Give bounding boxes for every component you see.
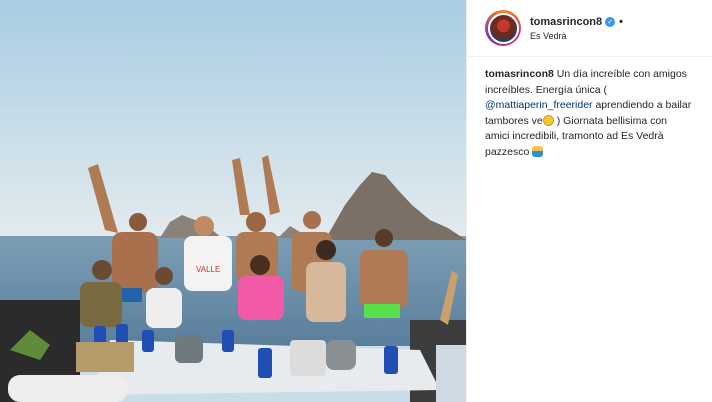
post-header: tomasrincon8 ✓ • Es Vedrà [467, 0, 712, 57]
smiling-emoji-icon [542, 114, 554, 126]
instagram-post: VALLE tomasrincon8 ✓ • Es Vedrà tomasrin… [0, 0, 712, 402]
post-side-panel: tomasrincon8 ✓ • Es Vedrà tomasrincon8 U… [467, 0, 712, 402]
username-link[interactable]: tomasrincon8 [530, 16, 602, 28]
cushion [436, 345, 466, 402]
tray [76, 342, 134, 372]
avatar[interactable] [487, 12, 519, 44]
group-photo-illustration: VALLE [0, 0, 466, 402]
separator-dot: • [619, 15, 623, 28]
beach-person-emoji-icon [532, 145, 544, 157]
verified-badge-icon: ✓ [605, 16, 616, 27]
username-row: tomasrincon8 ✓ • [530, 16, 623, 28]
ice-bucket [290, 340, 326, 376]
location-link[interactable]: Es Vedrà [530, 31, 623, 41]
caption-mention[interactable]: @mattiaperin_freerider [485, 99, 593, 111]
header-info: tomasrincon8 ✓ • Es Vedrà [530, 16, 623, 41]
profile-avatar-ring[interactable] [485, 10, 521, 46]
chair [8, 375, 128, 402]
caption-username[interactable]: tomasrincon8 [485, 68, 554, 80]
post-caption: tomasrincon8 Un día increíble con amigos… [467, 57, 712, 160]
shirt-text: VALLE [196, 265, 220, 274]
post-photo[interactable]: VALLE [0, 0, 466, 402]
